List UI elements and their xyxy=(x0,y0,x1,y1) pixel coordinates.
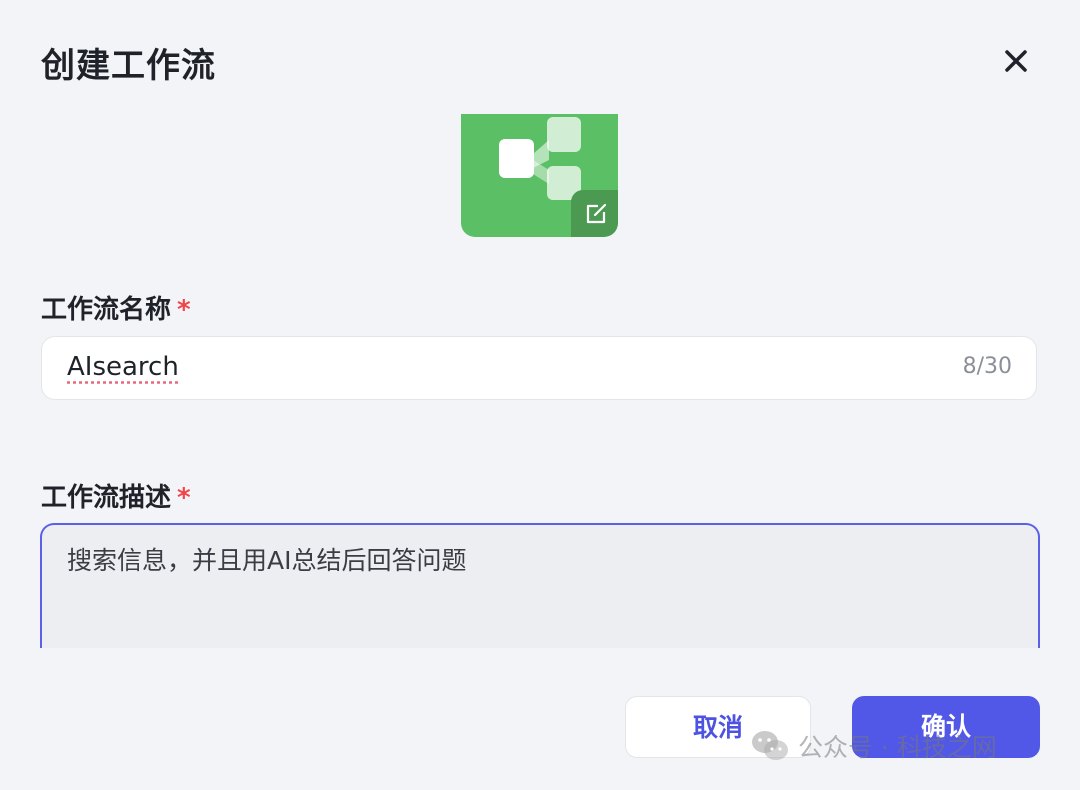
watermark-text: 公众号 · 科技之网 xyxy=(798,733,997,762)
workflow-description-textarea[interactable]: 搜索信息，并且用AI总结后回答问题 xyxy=(40,523,1040,653)
workflow-icon-tile[interactable] xyxy=(461,114,618,237)
description-field-label: 工作流描述 * xyxy=(41,477,191,514)
create-workflow-dialog: 创建工作流 工作流名称 * AIsearch 8/30 工作流描述 * 搜索信息，并… xyxy=(0,0,1080,790)
required-mark: * xyxy=(177,483,191,513)
wechat-icon xyxy=(752,731,788,760)
name-field-label: 工作流名称 * xyxy=(41,289,191,326)
dialog-title: 创建工作流 xyxy=(41,46,216,86)
workflow-description-value: 搜索信息，并且用AI总结后回答问题 xyxy=(67,546,467,575)
watermark: 公众号 · 科技之网 xyxy=(750,726,997,766)
description-label-text: 工作流描述 xyxy=(41,483,172,513)
workflow-name-input[interactable]: AIsearch 8/30 xyxy=(41,336,1037,400)
name-label-text: 工作流名称 xyxy=(41,295,172,325)
edit-icon-button[interactable] xyxy=(571,190,618,237)
edit-icon xyxy=(586,203,607,224)
workflow-name-value: AIsearch xyxy=(67,352,179,382)
char-counter: 8/30 xyxy=(962,354,1012,379)
close-icon[interactable] xyxy=(996,41,1036,81)
required-mark: * xyxy=(177,295,191,325)
